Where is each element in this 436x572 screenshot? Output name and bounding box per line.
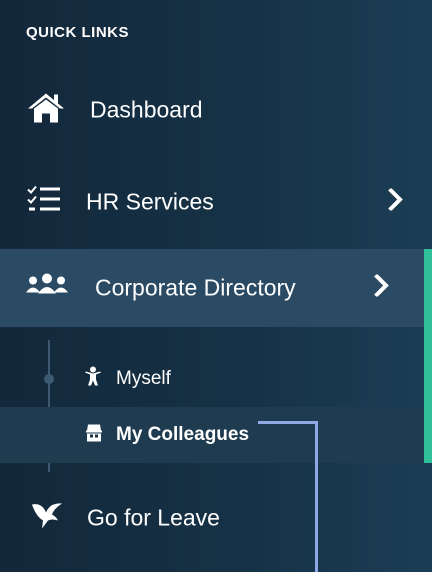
annotation-bracket <box>258 421 318 572</box>
active-section-indicator <box>424 249 432 463</box>
bird-icon <box>30 501 64 536</box>
group-icon <box>24 273 70 304</box>
sidebar-item-label: Go for Leave <box>87 504 220 531</box>
sidebar-item-dashboard[interactable]: Dashboard <box>0 78 432 142</box>
person-icon <box>84 366 102 392</box>
page-edge <box>432 0 436 572</box>
sidebar-item-label: Dashboard <box>90 96 203 123</box>
sidebar-item-label: HR Services <box>86 188 214 215</box>
subitem-label: Myself <box>116 368 171 389</box>
chevron-right-icon <box>374 273 390 302</box>
sidebar-item-go-for-leave[interactable]: Go for Leave <box>0 486 432 550</box>
subitem-label: My Colleagues <box>116 424 250 445</box>
quick-links-heading: QUICK LINKS <box>26 24 129 41</box>
subitem-myself[interactable]: Myself <box>0 351 424 407</box>
home-icon <box>26 92 66 129</box>
sidebar-nav: QUICK LINKS Dashboard HR Services Corpor… <box>0 0 432 572</box>
sidebar-item-label: Corporate Directory <box>95 274 296 301</box>
chevron-right-icon <box>388 187 404 216</box>
checklist-icon <box>26 185 62 220</box>
subitem-my-colleagues[interactable]: My Colleagues <box>0 407 424 463</box>
colleagues-icon <box>84 423 104 448</box>
sidebar-item-corporate-directory[interactable]: Corporate Directory <box>0 249 432 327</box>
sidebar-item-hr-services[interactable]: HR Services <box>0 170 432 234</box>
